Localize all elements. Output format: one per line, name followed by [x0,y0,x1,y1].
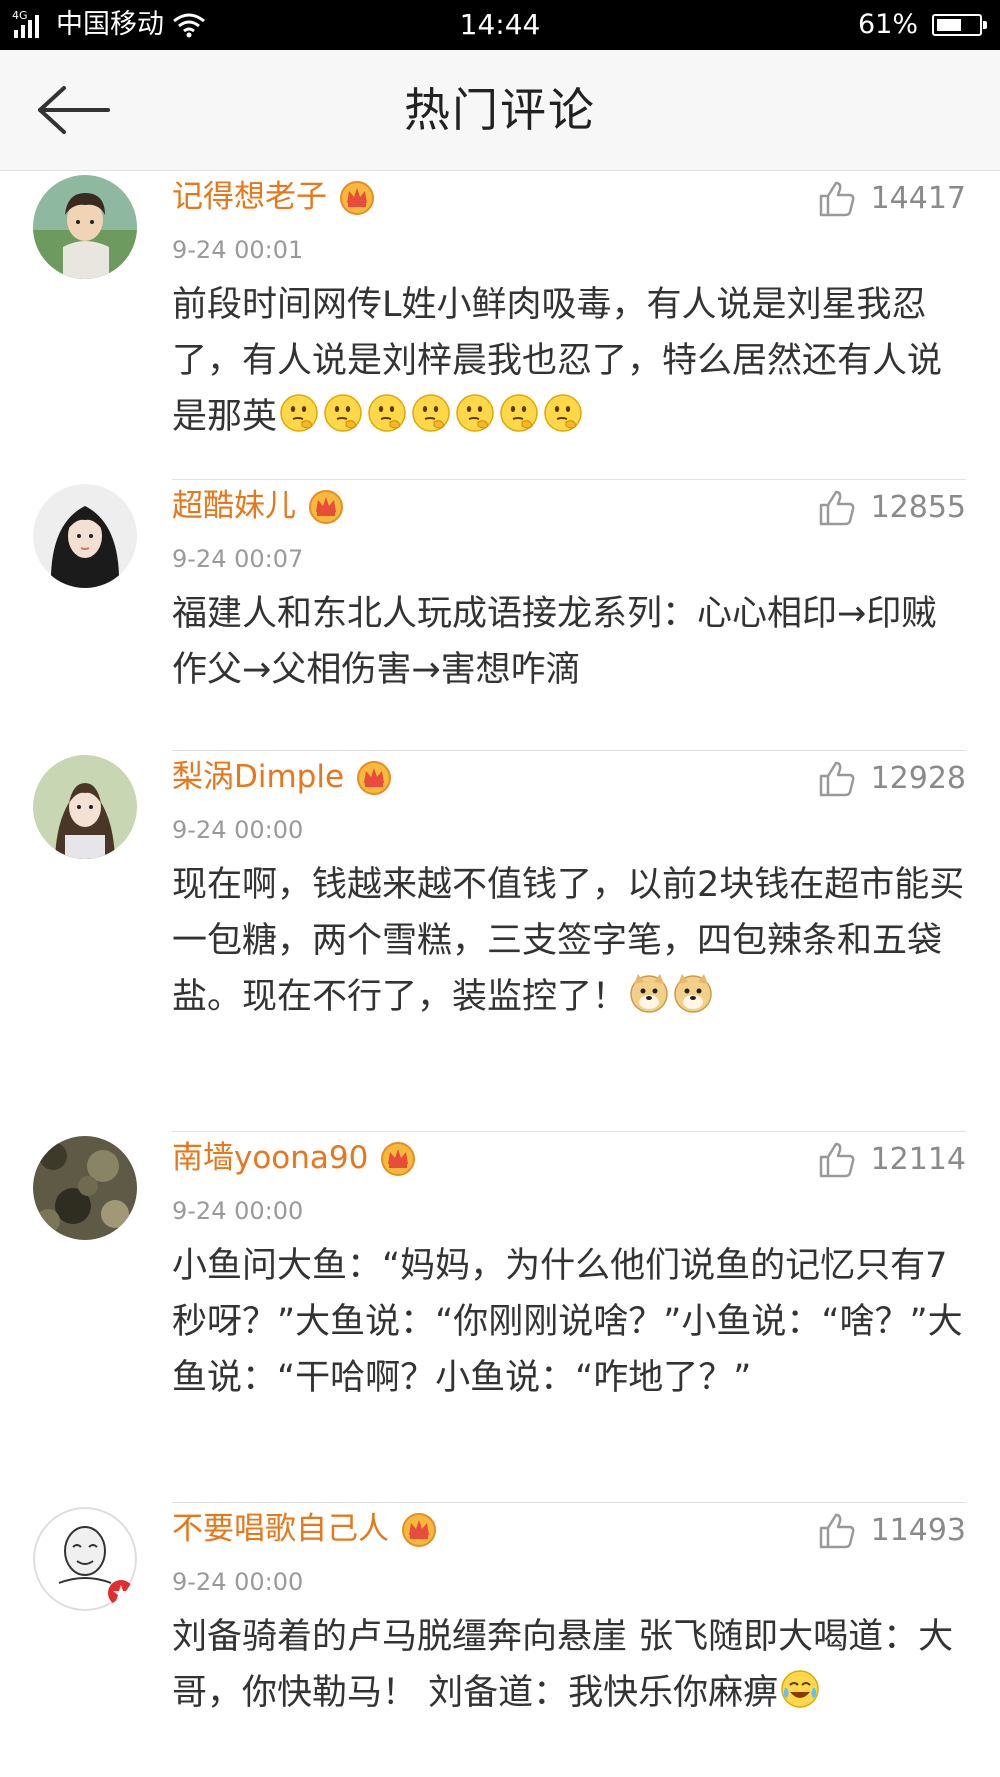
thumbs-up-icon [819,181,854,217]
comment-body: 福建人和东北人玩成语接龙系列：心心相印→印贼作父→父相伤害→害想咋滴 [172,594,937,690]
author-name[interactable]: 南墙yoona90 [172,1138,368,1178]
comment-list: 记得想老子 14417 9-24 00:01 前段时间网传L姓小鲜肉吸毒，有人说… [0,171,1000,1777]
avatar[interactable] [33,1136,137,1240]
comment-text: 刘备骑着的卢马脱缰奔向悬崖 张飞随即大喝道：大哥，你快勒马！ 刘备道：我快乐你麻… [172,1609,966,1749]
vip-crown-icon [402,1513,436,1547]
battery-percent: 61% [857,9,918,40]
status-bar: 4G 中国移动 14:44 61% [0,0,1000,50]
vip-crown-icon [357,761,392,795]
like-button[interactable]: 11493 [817,1511,966,1551]
emoji-row [627,974,715,1017]
battery-fill [937,19,962,31]
emoji-row [778,1670,822,1713]
like-count: 11493 [870,1513,966,1548]
avatar[interactable] [33,755,137,859]
like-count: 12114 [870,1142,966,1177]
like-button[interactable]: 12928 [817,759,966,799]
like-count: 12928 [870,761,966,796]
comment-item: 不要唱歌自己人 11493 9-24 00:00 刘备骑着的卢马脱缰奔向悬崖 张… [33,1503,966,1777]
thinking-emoji [456,394,494,432]
battery-icon [932,14,987,36]
screen: 4G 中国移动 14:44 61% 热门评论 记得想老子 14417 9-24 … [0,0,1000,1777]
thinking-emoji [412,394,450,432]
comment-text: 现在啊，钱越来越不值钱了，以前2块钱在超市能买一包糖，两个雪糕，三支签字笔，四包… [172,857,966,1053]
emoji-row [277,394,585,437]
author-name[interactable]: 超酷妹儿 [172,486,296,526]
comment-text: 前段时间网传L姓小鲜肉吸毒，有人说是刘星我忍了，有人说是刘梓晨我也忍了，特么居然… [172,277,966,473]
status-time: 14:44 [459,8,541,41]
page-title: 热门评论 [404,83,596,137]
comment-text: 福建人和东北人玩成语接龙系列：心心相印→印贼作父→父相伤害→害想咋滴 [172,586,966,726]
author-name[interactable]: 梨涡Dimple [172,757,344,797]
like-button[interactable]: 14417 [817,179,966,219]
comment-text: 小鱼问大鱼：“妈妈，为什么他们说鱼的记忆只有7秒呀？”大鱼说：“你刚刚说啥？”小… [172,1238,966,1434]
avatar[interactable] [33,484,137,588]
comment-body: 小鱼问大鱼：“妈妈，为什么他们说鱼的记忆只有7秒呀？”大鱼说：“你刚刚说啥？”小… [172,1246,963,1398]
comment-item: 超酷妹儿 12855 9-24 00:07 福建人和东北人玩成语接龙系列：心心相… [33,480,966,751]
like-count: 12855 [870,490,966,525]
comment-item: 梨涡Dimple 12928 9-24 00:00 现在啊，钱越来越不值钱了，以… [33,751,966,1132]
comment-body: 刘备骑着的卢马脱缰奔向悬崖 张飞随即大喝道：大哥，你快勒马！ 刘备道：我快乐你麻… [172,1617,954,1713]
thinking-emoji [544,394,582,432]
thinking-emoji [324,394,362,432]
comment-time: 9-24 00:00 [172,1568,304,1596]
vip-crown-icon [309,490,343,524]
vip-crown-icon [381,1142,416,1176]
doge-emoji [630,974,668,1013]
comment-item: 南墙yoona90 12114 9-24 00:00 小鱼问大鱼：“妈妈，为什么… [33,1132,966,1503]
like-button[interactable]: 12855 [817,488,966,528]
thinking-emoji [368,394,406,432]
thumbs-up-icon [819,761,854,797]
status-right: 61% [857,8,987,42]
avatar[interactable] [33,175,137,279]
vip-crown-icon [340,181,374,215]
thinking-emoji [500,394,538,432]
laugh-cry-emoji [781,1670,819,1708]
thinking-emoji [280,394,318,432]
comment-time: 9-24 00:00 [172,816,304,844]
comment-time: 9-24 00:07 [172,545,304,573]
navigation-header: 热门评论 [0,50,1000,171]
like-button[interactable]: 12114 [817,1140,966,1180]
author-name[interactable]: 不要唱歌自己人 [172,1509,389,1549]
comment-body: 现在啊，钱越来越不值钱了，以前2块钱在超市能买一包糖，两个雪糕，三支签字笔，四包… [172,865,965,1017]
thumbs-up-icon [819,1513,854,1549]
comment-item: 记得想老子 14417 9-24 00:01 前段时间网传L姓小鲜肉吸毒，有人说… [33,171,966,480]
avatar[interactable] [33,1507,137,1611]
comment-time: 9-24 00:01 [172,236,304,264]
comment-time: 9-24 00:00 [172,1197,304,1225]
thumbs-up-icon [819,1142,854,1178]
author-name[interactable]: 记得想老子 [172,177,327,217]
doge-emoji [674,974,712,1013]
like-count: 14417 [870,181,966,216]
thumbs-up-icon [819,490,854,526]
